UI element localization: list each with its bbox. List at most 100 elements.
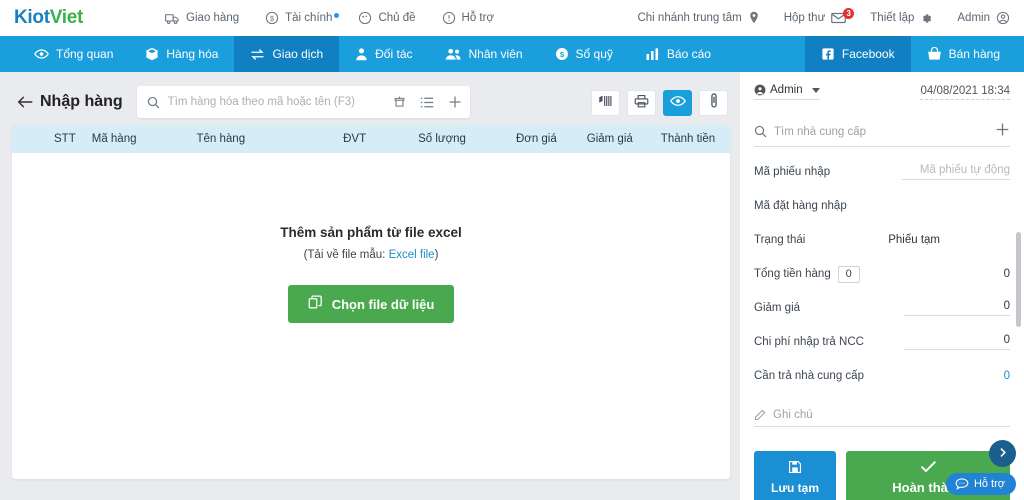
- mailbox-label: Hộp thư: [784, 12, 826, 24]
- empty-state-title: Thêm sản phẩm từ file excel: [280, 225, 462, 240]
- supplier-search-input[interactable]: [774, 126, 988, 138]
- top-item-tai-chinh[interactable]: $ Tài chính: [265, 11, 332, 25]
- nav-item-doi-tac[interactable]: Đối tác: [339, 36, 428, 72]
- user-circle-icon: [996, 11, 1010, 25]
- nav-item-giao-dich[interactable]: Giao dịch: [234, 36, 339, 72]
- preview-button[interactable]: [663, 90, 692, 116]
- field-giam-gia: Giảm giá 0: [754, 299, 1010, 317]
- field-label: Mã đặt hàng nhập: [754, 200, 847, 212]
- nav-item-label: Báo cáo: [667, 47, 711, 61]
- account-menu[interactable]: Admin: [957, 11, 1010, 25]
- nav-item-facebook[interactable]: Facebook: [805, 36, 911, 72]
- nav-item-label: Đối tác: [375, 47, 412, 61]
- location-pin-icon: [748, 11, 760, 25]
- column-header-ten-hang: Tên hàng: [197, 133, 246, 145]
- plus-icon[interactable]: [995, 122, 1010, 141]
- chevron-down-icon: [812, 88, 820, 93]
- chevron-right-icon: [997, 446, 1008, 461]
- branch-selector[interactable]: Chi nhánh trung tâm: [637, 11, 759, 25]
- nav-item-ban-hang[interactable]: Bán hàng: [911, 36, 1016, 72]
- nav-item-label: Bán hàng: [949, 47, 1000, 61]
- main-navigation: Tổng quan Hàng hóa Giao dịch Đối tác: [0, 36, 1024, 72]
- logo-part-2: Viet: [50, 7, 83, 28]
- empty-state-subtitle: (Tải về file mẫu: Excel file): [304, 249, 439, 261]
- note-input[interactable]: [773, 409, 1010, 421]
- support-widget-label: Hỗ trợ: [974, 478, 1005, 490]
- print-button[interactable]: [627, 90, 656, 116]
- palette-icon: [358, 11, 372, 25]
- panel-scrollbar[interactable]: [1016, 232, 1021, 327]
- panel-top-row: Admin 04/08/2021 18:34: [754, 84, 1010, 100]
- people-icon: [445, 47, 462, 61]
- tong-tien-hang-value: 0: [1004, 268, 1010, 280]
- temperature-button[interactable]: [699, 90, 728, 116]
- basket-icon: [927, 47, 942, 61]
- supplier-search[interactable]: [754, 116, 1010, 147]
- nav-left-group: Tổng quan Hàng hóa Giao dịch Đối tác: [18, 36, 727, 72]
- can-tra-nha-cung-cap-value: 0: [1004, 370, 1010, 382]
- nav-item-label: Nhân viên: [469, 47, 523, 61]
- user-selector[interactable]: Admin: [754, 84, 820, 100]
- settings-label: Thiết lập: [870, 12, 914, 24]
- field-label: Trạng thái: [754, 234, 805, 246]
- page-body: Nhập hàng: [0, 72, 1024, 500]
- mailbox-badge: 3: [843, 8, 854, 19]
- barcode-scanner-button[interactable]: [591, 90, 620, 116]
- table-header-row: STT Mã hàng Tên hàng ĐVT Số lượng Đơn gi…: [12, 125, 730, 153]
- column-header-stt: STT: [54, 133, 76, 145]
- top-item-ho-tro[interactable]: Hỗ trợ: [442, 11, 494, 25]
- order-items-table: STT Mã hàng Tên hàng ĐVT Số lượng Đơn gi…: [12, 125, 730, 479]
- page-title: Nhập hàng: [40, 93, 123, 111]
- user-circle-icon: [754, 84, 766, 96]
- nav-item-hang-hoa[interactable]: Hàng hóa: [129, 36, 234, 72]
- pencil-icon: [754, 409, 766, 421]
- note-field[interactable]: [754, 409, 1010, 427]
- help-circle-icon: [442, 11, 456, 25]
- collapse-panel-button[interactable]: [989, 440, 1016, 467]
- nav-item-tong-quan[interactable]: Tổng quan: [18, 36, 129, 72]
- column-header-thanh-tien: Thành tiền: [661, 133, 715, 145]
- app-logo[interactable]: KiotViet: [0, 7, 83, 29]
- top-item-label: Giao hàng: [186, 12, 239, 24]
- svg-text:$: $: [270, 16, 274, 23]
- check-icon: [920, 460, 937, 476]
- list-icon[interactable]: [420, 96, 434, 109]
- nav-item-nhan-vien[interactable]: Nhân viên: [429, 36, 539, 72]
- chat-bubble-icon: [955, 478, 969, 490]
- nav-item-label: Tổng quan: [56, 47, 113, 61]
- support-widget[interactable]: Hỗ trợ: [946, 473, 1016, 495]
- empty-state-subtitle-prefix: (Tải về file mẫu:: [304, 249, 389, 261]
- top-item-chu-de[interactable]: Chủ đề: [358, 11, 415, 25]
- column-header-giam-gia: Giảm giá: [587, 133, 633, 145]
- files-icon: [308, 295, 323, 313]
- ma-phieu-nhap-input[interactable]: Mã phiếu tự động: [902, 164, 1010, 180]
- trang-thai-value: Phiếu tạm: [888, 234, 940, 246]
- mailbox-button[interactable]: Hộp thư 3: [784, 12, 847, 24]
- top-item-label: Hỗ trợ: [462, 12, 494, 24]
- nav-item-bao-cao[interactable]: Báo cáo: [629, 36, 727, 72]
- plus-icon[interactable]: [448, 95, 462, 109]
- datetime-field[interactable]: 04/08/2021 18:34: [920, 85, 1010, 100]
- dollar-circle-icon: $: [555, 47, 569, 61]
- scale-icon[interactable]: [393, 95, 406, 109]
- choose-file-button[interactable]: Chọn file dữ liệu: [288, 285, 455, 323]
- notification-dot-icon: [334, 13, 339, 18]
- thermometer-icon: [709, 93, 719, 113]
- top-bar-center-menu: Giao hàng $ Tài chính Chủ đề Hỗ trợ: [165, 11, 494, 25]
- search-input[interactable]: [168, 96, 385, 108]
- eye-icon: [670, 94, 686, 112]
- settings-button[interactable]: Thiết lập: [870, 12, 933, 25]
- giam-gia-input[interactable]: 0: [904, 300, 1010, 316]
- excel-template-link[interactable]: Excel file: [389, 249, 435, 261]
- field-ma-dat-hang-nhap: Mã đặt hàng nhập: [754, 197, 1010, 215]
- nav-item-so-quy[interactable]: $ Sổ quỹ: [539, 36, 629, 72]
- chi-phi-nhap-tra-ncc-input[interactable]: 0: [904, 334, 1010, 350]
- branch-label: Chi nhánh trung tâm: [637, 12, 741, 24]
- product-search-box[interactable]: [137, 86, 470, 118]
- top-item-giao-hang[interactable]: Giao hàng: [165, 12, 239, 25]
- save-draft-button[interactable]: Lưu tạm: [754, 451, 836, 500]
- svg-text:$: $: [559, 50, 564, 59]
- arrow-left-icon[interactable]: [12, 89, 38, 115]
- app-root: KiotViet Giao hàng $ Tài chính Ch: [0, 0, 1024, 500]
- nav-item-label: Sổ quỹ: [576, 47, 613, 61]
